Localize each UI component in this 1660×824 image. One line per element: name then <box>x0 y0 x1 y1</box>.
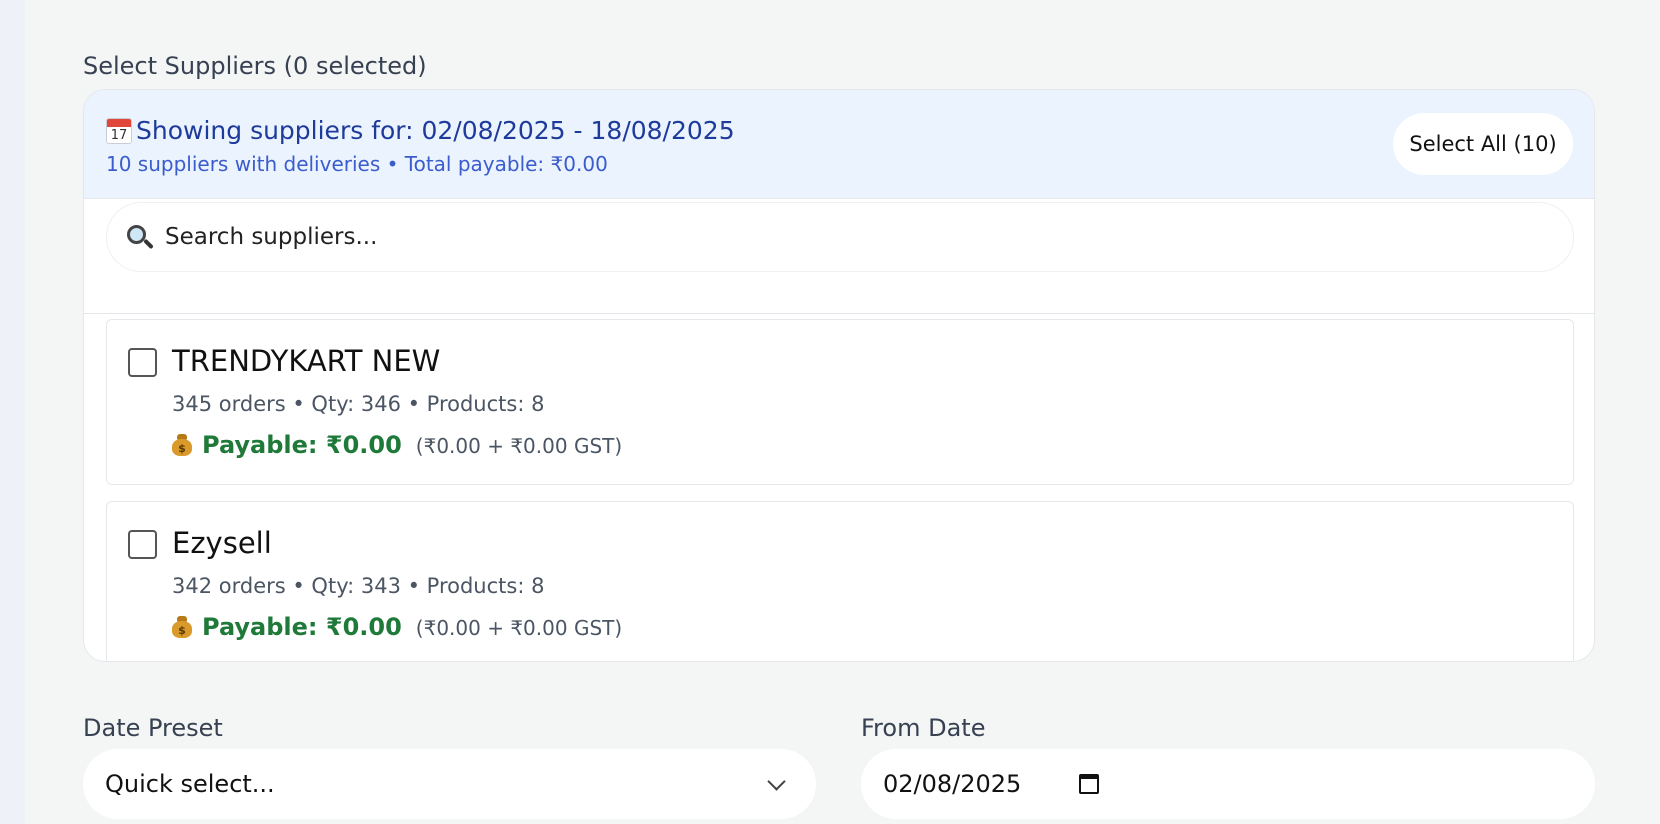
payable-row: $ Payable: ₹0.00 (₹0.00 + ₹0.00 GST) <box>172 431 622 459</box>
supplier-name: Ezysell <box>172 526 272 560</box>
from-date-input[interactable]: 02/08/2025 <box>861 749 1595 819</box>
date-range-header: 17 Showing suppliers for: 02/08/2025 - 1… <box>84 90 1594 199</box>
date-preset-value: Quick select... <box>105 770 275 798</box>
suppliers-section-label: Select Suppliers (0 selected) <box>83 52 427 80</box>
date-preset-label: Date Preset <box>83 714 223 742</box>
from-date-label: From Date <box>861 714 986 742</box>
payable-detail: (₹0.00 + ₹0.00 GST) <box>415 434 623 458</box>
calendar-icon: 17 <box>106 117 132 144</box>
search-icon <box>125 222 155 252</box>
supplier-meta: 342 orders • Qty: 343 • Products: 8 <box>172 574 545 598</box>
chevron-down-icon <box>767 772 786 791</box>
from-date-value: 02/08/2025 <box>883 770 1022 798</box>
supplier-meta: 345 orders • Qty: 346 • Products: 8 <box>172 392 545 416</box>
search-input[interactable] <box>165 224 1545 250</box>
supplier-summary: 10 suppliers with deliveries • Total pay… <box>106 152 608 176</box>
calendar-picker-icon[interactable] <box>1079 774 1100 794</box>
payable-row: $ Payable: ₹0.00 (₹0.00 + ₹0.00 GST) <box>172 613 622 641</box>
search-field[interactable] <box>106 202 1574 272</box>
money-bag-icon: $ <box>172 434 192 456</box>
supplier-name: TRENDYKART NEW <box>172 344 441 378</box>
date-range-title-text: Showing suppliers for: 02/08/2025 - 18/0… <box>136 116 735 145</box>
payable-detail: (₹0.00 + ₹0.00 GST) <box>415 616 623 640</box>
date-preset-select[interactable]: Quick select... <box>83 749 816 819</box>
select-all-button[interactable]: Select All (10) <box>1393 113 1573 175</box>
supplier-selector: 17 Showing suppliers for: 02/08/2025 - 1… <box>83 89 1595 662</box>
money-bag-icon: $ <box>172 616 192 638</box>
payable-amount: Payable: ₹0.00 <box>202 613 402 641</box>
date-range-title: 17 Showing suppliers for: 02/08/2025 - 1… <box>106 116 735 145</box>
supplier-checkbox[interactable] <box>128 348 157 377</box>
supplier-checkbox[interactable] <box>128 530 157 559</box>
payable-amount: Payable: ₹0.00 <box>202 431 402 459</box>
supplier-card[interactable]: Ezysell 342 orders • Qty: 343 • Products… <box>106 501 1574 661</box>
supplier-card[interactable]: TRENDYKART NEW 345 orders • Qty: 346 • P… <box>106 319 1574 485</box>
